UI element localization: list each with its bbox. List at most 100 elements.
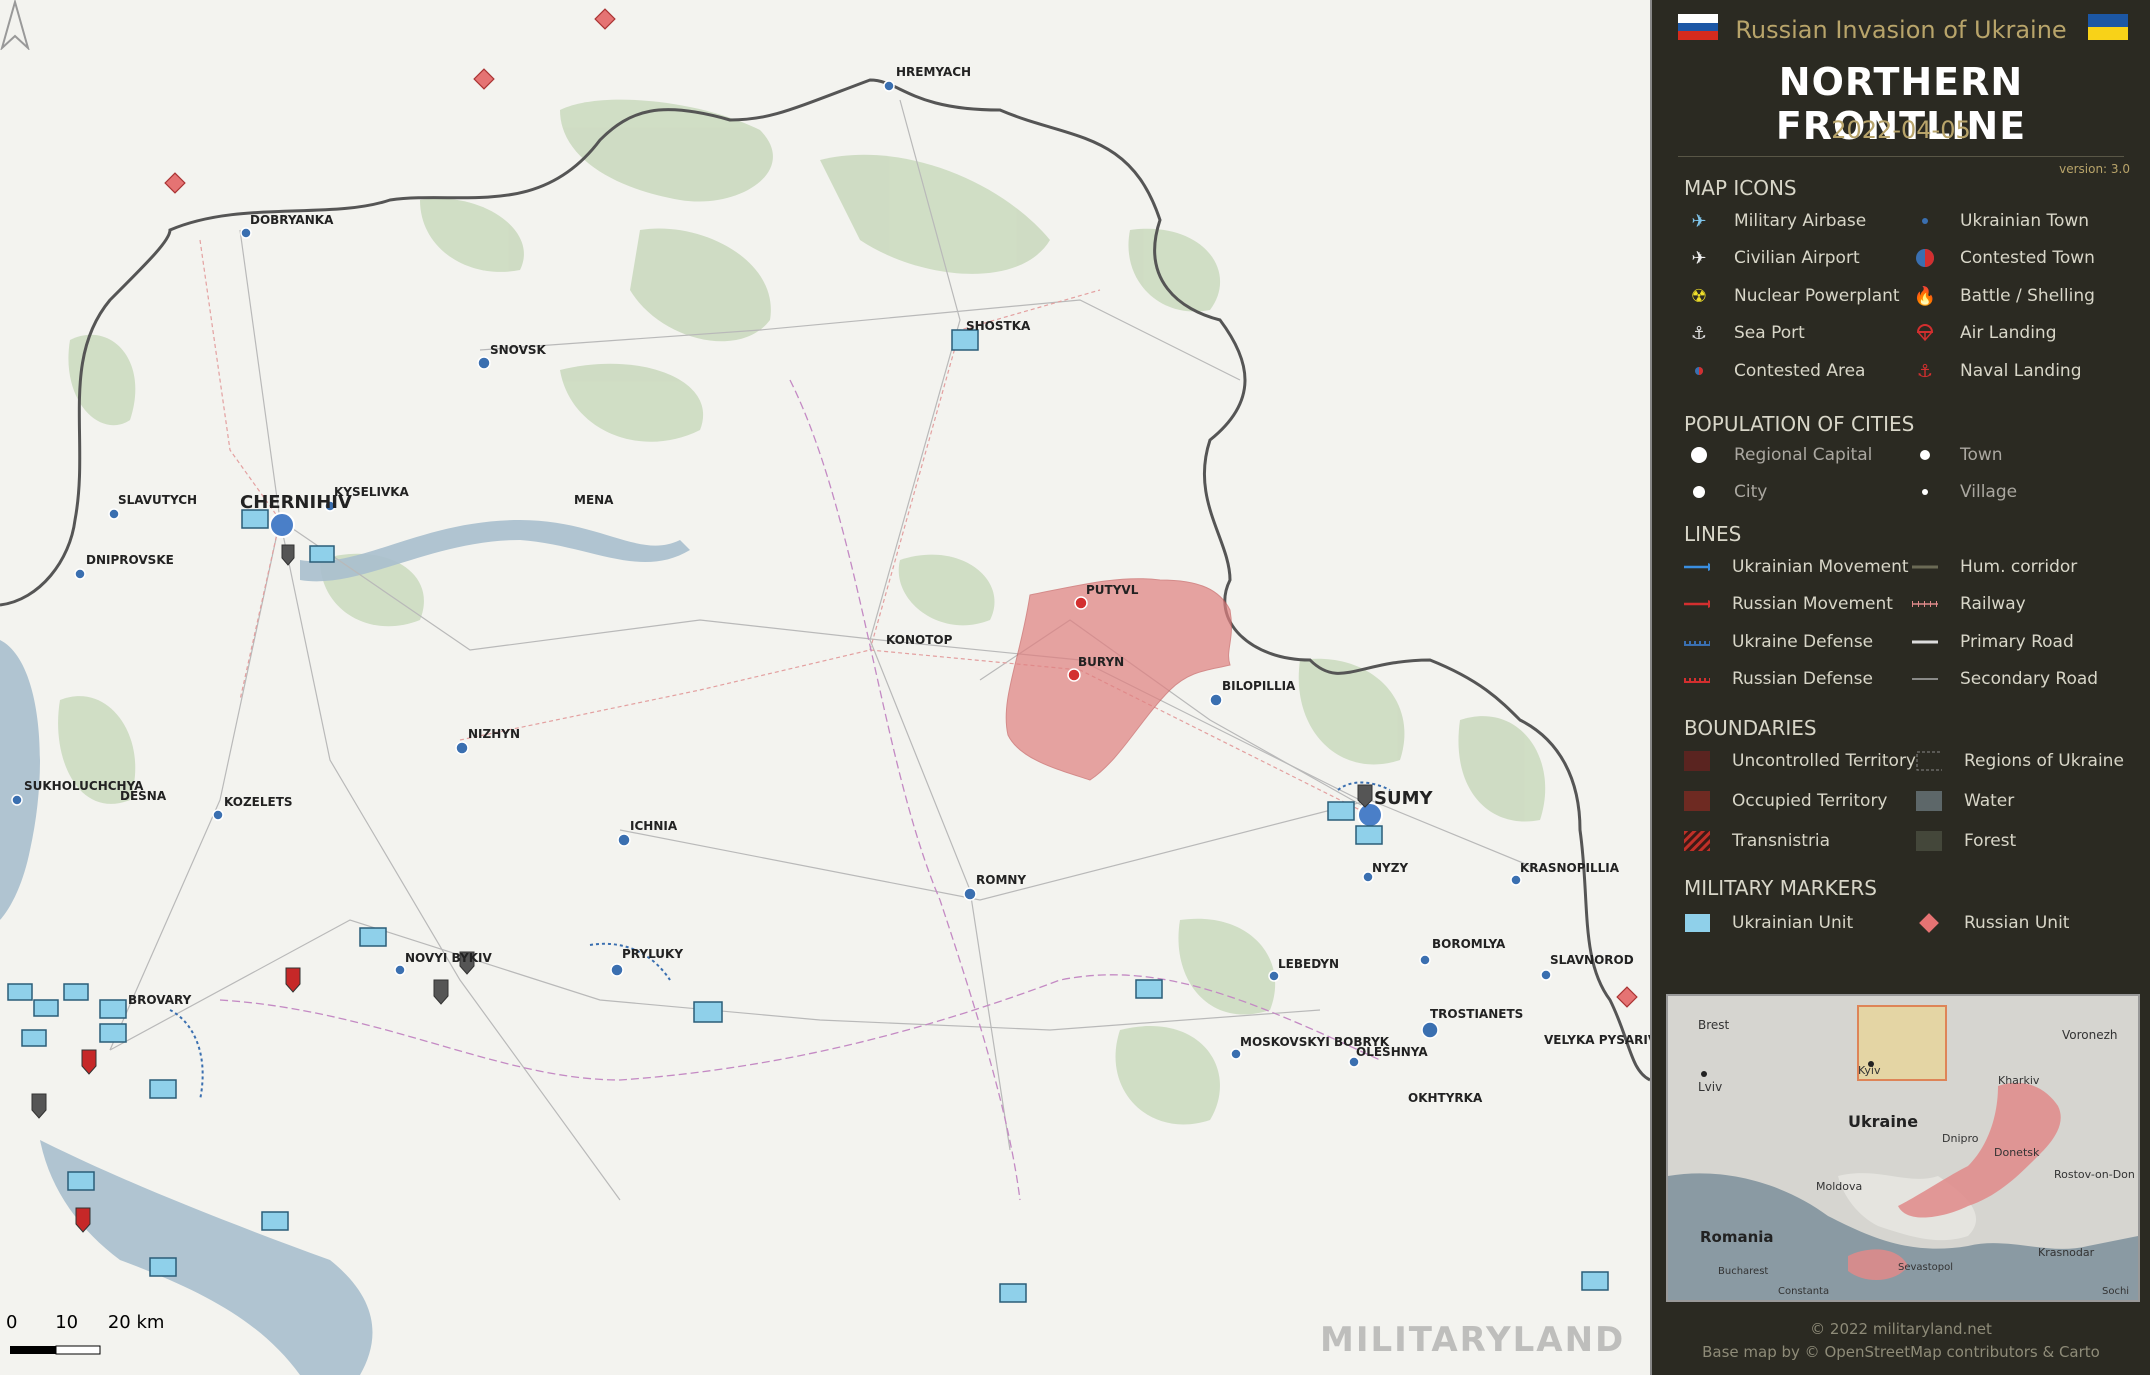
legend-military-airbase: ✈ Military Airbase bbox=[1686, 210, 1866, 232]
label-bilopillia: BILOPILLIA bbox=[1222, 679, 1296, 693]
legend-ukraine-defense: Ukraine Defense bbox=[1684, 631, 1873, 653]
transnistria-swatch bbox=[1684, 830, 1710, 852]
ukrainian-unit-icon bbox=[1684, 912, 1710, 934]
anchor-icon: ⚓ bbox=[1690, 322, 1708, 344]
map-area[interactable]: HREMYACH DOBRYANKA SHOSTKA SNOVSK SLAVUT… bbox=[0, 0, 1652, 1375]
blue-arrow-icon bbox=[1684, 556, 1710, 578]
legend-primary-road: Primary Road bbox=[1912, 631, 2074, 653]
inset-label-donetsk: Donetsk bbox=[1994, 1146, 2040, 1159]
inset-label-romania: Romania bbox=[1700, 1228, 1774, 1246]
inset-label-brest: Brest bbox=[1698, 1018, 1730, 1032]
label-kyselivka: KYSELIVKA bbox=[334, 485, 410, 499]
legend-ukrainian-movement: Ukrainian Movement bbox=[1684, 556, 1909, 578]
legend-civilian-airport: ✈ Civilian Airport bbox=[1686, 247, 1859, 269]
fire-icon: 🔥 bbox=[1913, 285, 1937, 307]
contested-area-icon bbox=[1686, 360, 1712, 382]
legend-hum-corridor: Hum. corridor bbox=[1912, 556, 2077, 578]
map-canvas: HREMYACH DOBRYANKA SHOSTKA SNOVSK SLAVUT… bbox=[0, 0, 1650, 1375]
legend-battle-shelling: 🔥 Battle / Shelling bbox=[1913, 285, 2095, 307]
legend-panel: Russian Invasion of Ukraine NORTHERN FRO… bbox=[1652, 0, 2150, 1375]
airplane-icon: ✈ bbox=[1691, 210, 1707, 232]
label-boromlya: BOROMLYA bbox=[1432, 937, 1506, 951]
legend-russian-defense: Russian Defense bbox=[1684, 668, 1873, 690]
basemap-credit: Base map by © OpenStreetMap contributors… bbox=[1702, 1343, 2100, 1361]
airport-icon: ✈ bbox=[1691, 247, 1707, 269]
inset-label-rostov: Rostov-on-Don bbox=[2054, 1168, 2135, 1181]
heading-map-icons: MAP ICONS bbox=[1684, 176, 1797, 200]
legend-occupied-territory: Occupied Territory bbox=[1684, 790, 1888, 812]
label-slavnorod: SLAVNOROD bbox=[1550, 953, 1634, 967]
legend-secondary-road: Secondary Road bbox=[1912, 668, 2098, 690]
label-desna: DESNA bbox=[120, 789, 167, 803]
inset-label-kyiv: Kyiv bbox=[1858, 1064, 1881, 1077]
scale-10: 10 bbox=[55, 1312, 79, 1333]
inset-label-sevastopol: Sevastopol bbox=[1898, 1262, 1954, 1273]
chernihiv-marker bbox=[269, 512, 295, 538]
uncontrolled-territory-swatch bbox=[1684, 750, 1710, 772]
copyright-text: © 2022 militaryland.net bbox=[1810, 1320, 1992, 1338]
legend-air-landing: Air Landing bbox=[1912, 322, 2057, 344]
occupied-territory-swatch bbox=[1684, 790, 1710, 812]
legend-naval-landing: ⚓ Naval Landing bbox=[1912, 360, 2082, 382]
label-ichnia: ICHNIA bbox=[630, 819, 678, 833]
red-arrow-icon bbox=[1684, 593, 1710, 615]
legend-russian-unit: Russian Unit bbox=[1916, 912, 2069, 934]
heading-boundaries: BOUNDARIES bbox=[1684, 716, 1817, 740]
north-arrow-icon bbox=[0, 0, 30, 50]
label-kozelets: KOZELETS bbox=[224, 795, 293, 809]
legend-water: Water bbox=[1916, 790, 2014, 812]
secondary-road-icon bbox=[1912, 668, 1938, 690]
label-dniprovske: DNIPROVSKE bbox=[86, 553, 174, 567]
scale-bar bbox=[10, 1345, 101, 1355]
legend-nuclear-powerplant: ☢ Nuclear Powerplant bbox=[1686, 285, 1900, 307]
parachute-icon bbox=[1912, 322, 1938, 344]
primary-road-icon bbox=[1912, 631, 1938, 653]
inset-label-krasnodar: Krasnodar bbox=[2038, 1246, 2095, 1259]
town-dot-icon bbox=[1912, 210, 1938, 232]
hum-corridor-line-icon bbox=[1912, 556, 1938, 578]
label-slavutych: SLAVUTYCH bbox=[118, 493, 197, 507]
legend-regional-capital: Regional Capital bbox=[1686, 444, 1872, 466]
label-brovary: BROVARY bbox=[128, 993, 192, 1007]
legend-city: City bbox=[1686, 481, 1767, 503]
heading-population: POPULATION OF CITIES bbox=[1684, 412, 1915, 436]
legend-village: Village bbox=[1912, 481, 2017, 503]
label-sumy: SUMY bbox=[1374, 788, 1433, 809]
legend-ukrainian-unit: Ukrainian Unit bbox=[1684, 912, 1853, 934]
inset-label-bucharest: Bucharest bbox=[1718, 1266, 1769, 1277]
inset-label-kharkiv: Kharkiv bbox=[1998, 1074, 2040, 1087]
radiation-icon: ☢ bbox=[1690, 285, 1708, 307]
inset-label-moldova: Moldova bbox=[1816, 1180, 1863, 1193]
divider bbox=[1678, 156, 2124, 157]
regions-swatch bbox=[1916, 750, 1942, 772]
scale-labels: 0 10 20 km bbox=[6, 1312, 164, 1333]
water-swatch bbox=[1916, 790, 1942, 812]
watermark: MILITARYLAND bbox=[1320, 1320, 1626, 1360]
label-nizhyn: NIZHYN bbox=[468, 727, 520, 741]
legend-forest: Forest bbox=[1916, 830, 2016, 852]
label-nyzy: NYZY bbox=[1372, 861, 1408, 875]
inset-label-constanta: Constanta bbox=[1778, 1286, 1830, 1297]
legend-contested-town: Contested Town bbox=[1912, 247, 2095, 269]
inset-label-lviv: Lviv bbox=[1698, 1080, 1723, 1094]
legend-russian-movement: Russian Movement bbox=[1684, 593, 1893, 615]
label-buryn: BURYN bbox=[1078, 655, 1124, 669]
russian-unit-icon bbox=[1916, 912, 1942, 934]
label-novyi-bykiv: NOVYI BYKIV bbox=[405, 951, 492, 965]
contested-town-putyvl bbox=[1074, 596, 1088, 610]
label-hremyach: HREMYACH bbox=[896, 65, 971, 79]
heading-lines: LINES bbox=[1684, 522, 1742, 546]
label-pryluky: PRYLUKY bbox=[622, 947, 683, 961]
inset-label-sochi: Sochi bbox=[2102, 1286, 2130, 1297]
label-romny: ROMNY bbox=[976, 873, 1026, 887]
inset-map: Brest Voronezh Lviv Kyiv Kharkiv Ukraine… bbox=[1666, 994, 2140, 1302]
label-krasnopillia: KRASNOPILLIA bbox=[1520, 861, 1620, 875]
inset-label-dnipro: Dnipro bbox=[1942, 1132, 1979, 1145]
legend-ukrainian-town: Ukrainian Town bbox=[1912, 210, 2089, 232]
regional-capital-icon bbox=[1686, 444, 1712, 466]
legend-railway: Railway bbox=[1912, 593, 2026, 615]
label-putyvl: PUTYVL bbox=[1086, 583, 1139, 597]
inset-label-voronezh: Voronezh bbox=[2062, 1028, 2118, 1042]
label-mena: MENA bbox=[574, 493, 614, 507]
version-label: version: 3.0 bbox=[2059, 162, 2130, 176]
